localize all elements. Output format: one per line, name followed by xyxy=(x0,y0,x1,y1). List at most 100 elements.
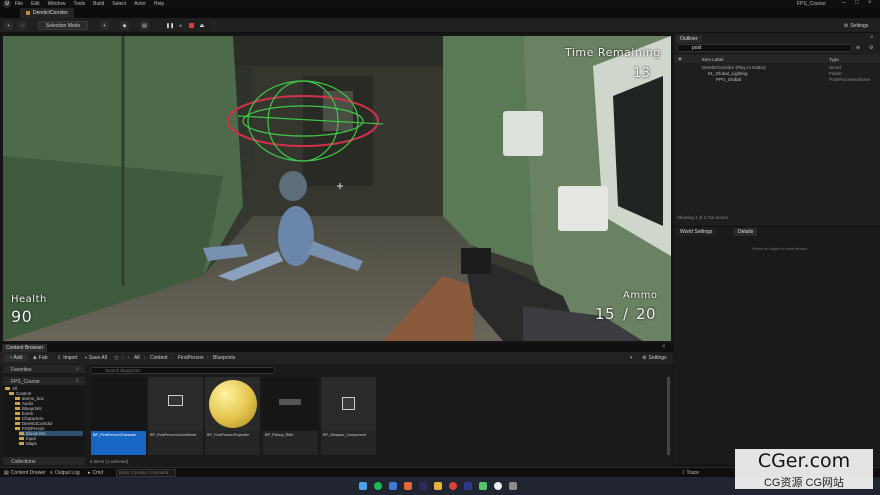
breadcrumb-all[interactable]: All xyxy=(134,355,140,361)
app-icon[interactable] xyxy=(509,482,517,490)
settings-button[interactable]: ⚙ Settings xyxy=(838,21,874,30)
cmd-dropdown[interactable]: ▸ Cmd xyxy=(88,470,103,476)
breadcrumb-blueprints[interactable]: Blueprints xyxy=(213,355,235,361)
content-browser-toolbar: + Add ◈ Fab ⇩ Import ▪ Save All ◷ ‹ › Al… xyxy=(0,352,673,364)
console-icon: ▸ xyxy=(88,470,91,476)
cb-settings-button[interactable]: ⚙ Settings xyxy=(642,354,667,362)
menu-tools[interactable]: Tools xyxy=(73,1,85,7)
folder-icon xyxy=(19,442,24,446)
import-button[interactable]: ⇩ Import xyxy=(57,354,77,362)
outliner-search-input[interactable]: post xyxy=(677,44,852,52)
folder-tree: All Content ammo_box Audio Blueprints bo… xyxy=(3,385,85,457)
asset-tile[interactable]: BP_Weapon_Component xyxy=(321,377,376,455)
tab-outliner[interactable]: Outliner xyxy=(676,35,702,43)
ammo-current: 15 xyxy=(595,305,616,323)
menu-actor[interactable]: Actor xyxy=(134,1,146,7)
premiere-icon[interactable] xyxy=(419,482,427,490)
tab-world-settings[interactable]: World Settings xyxy=(676,228,717,236)
level-icon xyxy=(26,11,30,15)
firefox-icon[interactable] xyxy=(404,482,412,490)
eye-icon[interactable]: ◉ xyxy=(678,56,682,62)
level-tab[interactable]: DerelictCorridor xyxy=(20,8,75,18)
step-icon[interactable]: ▸ xyxy=(177,21,185,30)
asset-search-input[interactable]: Search Blueprints xyxy=(90,367,275,374)
back-icon[interactable]: ‹ xyxy=(122,354,124,362)
asset-name: BP_FirstPersonGameMode xyxy=(150,433,197,437)
asset-tile[interactable]: BP_Pickup_Rifle xyxy=(263,377,318,455)
history-icon[interactable]: ◷ xyxy=(114,354,118,362)
chevron-down-icon[interactable]: ▾ xyxy=(630,355,633,361)
console-command-input[interactable]: Enter Console Command xyxy=(116,469,176,477)
trace-button[interactable]: ⌇ Trace xyxy=(682,470,699,476)
file-explorer-icon[interactable] xyxy=(389,482,397,490)
fab-button[interactable]: ◈ Fab xyxy=(33,354,47,362)
add-filter-icon[interactable]: ⊕ xyxy=(856,45,860,51)
breadcrumb-content[interactable]: Content xyxy=(150,355,168,361)
unreal-engine-icon[interactable] xyxy=(494,482,502,490)
project-title: FPS_Course xyxy=(797,1,826,7)
folder-icon xyxy=(5,387,10,391)
more-play-icon[interactable]: ⋮ xyxy=(210,21,218,30)
windows-start-icon[interactable] xyxy=(359,482,367,490)
menu-window[interactable]: Window xyxy=(48,1,66,7)
output-log-button[interactable]: ≡ Output Log xyxy=(50,470,80,476)
close-icon[interactable]: × xyxy=(870,35,874,41)
content-drawer-button[interactable]: ▤ Content Drawer xyxy=(4,470,46,476)
outliner-row[interactable]: PPV_Global PostProcessVolume xyxy=(674,77,880,83)
asset-tile[interactable]: BP_FirstPersonProjectile xyxy=(205,377,260,455)
forward-icon[interactable]: › xyxy=(128,354,130,362)
asset-tile[interactable]: BP_FirstPersonGameMode xyxy=(148,377,203,455)
menu-edit[interactable]: Edit xyxy=(31,1,40,7)
search-icon[interactable]: ⌕ xyxy=(76,366,79,372)
folder-icon xyxy=(15,427,20,431)
selection-mode-dropdown[interactable]: Selection Mode xyxy=(38,21,88,30)
collections-label: Collections xyxy=(11,458,36,465)
collections-header[interactable]: Collections xyxy=(3,457,85,465)
close-icon[interactable]: × xyxy=(868,0,872,6)
add-actor-icon[interactable]: + xyxy=(100,21,109,30)
maximize-icon[interactable]: □ xyxy=(855,0,859,6)
tree-item[interactable]: Maps xyxy=(19,441,37,446)
eject-icon[interactable]: ⏏ xyxy=(198,21,206,30)
app-icon[interactable] xyxy=(479,482,487,490)
photoshop-icon[interactable] xyxy=(464,482,472,490)
level-viewport[interactable]: Time Remaining 13 Health 90 Ammo 15 / 20 xyxy=(3,36,671,341)
col-type[interactable]: Type xyxy=(829,57,839,62)
chrome-icon[interactable] xyxy=(449,482,457,490)
breadcrumb-firstperson[interactable]: FirstPerson xyxy=(178,355,204,361)
folder-icon xyxy=(19,437,24,441)
time-remaining-label: Time Remaining xyxy=(565,46,661,59)
col-item-label[interactable]: Item Label xyxy=(702,57,723,62)
outliner-settings-icon[interactable]: ⚙ xyxy=(869,45,873,51)
menu-build[interactable]: Build xyxy=(93,1,104,7)
menu-help[interactable]: Help xyxy=(154,1,164,7)
tab-content-browser[interactable]: Content Browser xyxy=(2,344,48,352)
minimize-icon[interactable]: – xyxy=(842,0,845,6)
tab-details[interactable]: Details xyxy=(734,228,758,236)
save-all-button[interactable]: ▪ Save All xyxy=(85,354,107,362)
asset-tile-selected[interactable]: BP_FirstPersonCharacter xyxy=(91,377,146,455)
drawer-icon: ▤ xyxy=(4,470,9,476)
folder-icon xyxy=(15,397,20,401)
mode-icon[interactable]: ▫ xyxy=(18,21,27,30)
blueprint-icon[interactable]: ◆ xyxy=(120,21,129,30)
menu-select[interactable]: Select xyxy=(112,1,126,7)
folder-icon[interactable] xyxy=(434,482,442,490)
cinematics-icon[interactable]: ▤ xyxy=(140,21,149,30)
pause-icon[interactable]: ❚❚ xyxy=(166,21,174,30)
favorites-header[interactable]: Favorites ⌕ xyxy=(3,365,85,373)
project-header[interactable]: FPS_Course ⌕ xyxy=(3,377,85,385)
stop-icon[interactable] xyxy=(187,21,195,30)
favorites-label: Favorites xyxy=(11,366,32,373)
menu-file[interactable]: File xyxy=(15,1,23,7)
add-button[interactable]: + Add xyxy=(4,354,28,362)
scrollbar[interactable] xyxy=(667,377,670,455)
content-browser-tab-label: Content Browser xyxy=(6,345,44,351)
trace-label: Trace xyxy=(686,470,700,476)
spotify-icon[interactable] xyxy=(374,482,382,490)
save-icon[interactable]: ▪ xyxy=(4,21,13,30)
health-value: 90 xyxy=(11,307,33,326)
close-icon[interactable]: × xyxy=(662,344,666,350)
unreal-logo-icon[interactable]: U xyxy=(3,0,11,8)
search-icon[interactable]: ⌕ xyxy=(76,378,79,384)
